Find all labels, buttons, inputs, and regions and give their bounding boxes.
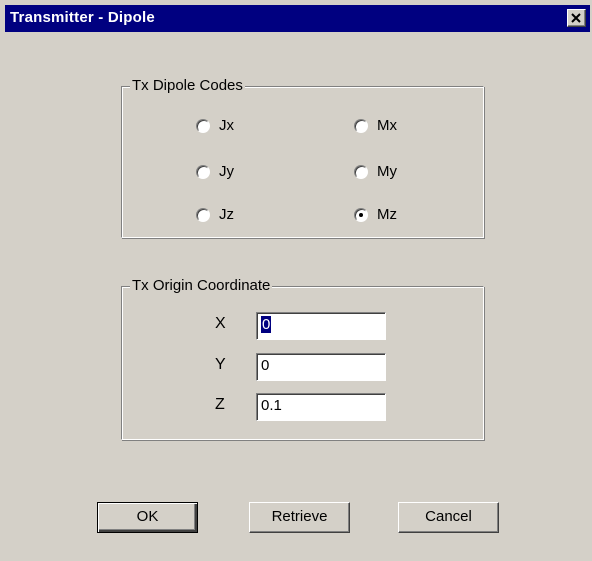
title-bar: Transmitter - Dipole xyxy=(5,5,590,32)
cancel-button[interactable]: Cancel xyxy=(398,502,499,533)
z-label: Z xyxy=(215,396,225,413)
ok-button[interactable]: OK xyxy=(97,502,198,533)
radio-my-circle[interactable] xyxy=(354,164,368,179)
radio-jx-circle[interactable] xyxy=(196,118,210,133)
y-field-value: 0 xyxy=(261,357,270,374)
radio-mx-circle[interactable] xyxy=(354,118,368,133)
radio-jz-circle[interactable] xyxy=(196,207,210,222)
dipole-codes-group: Tx Dipole Codes Jx Mx Jy My Jz Mz xyxy=(121,77,484,238)
radio-jx[interactable]: Jx xyxy=(196,117,234,134)
radio-jz[interactable]: Jz xyxy=(196,206,234,223)
close-button[interactable] xyxy=(567,9,586,27)
radio-mz-circle[interactable] xyxy=(354,207,368,222)
radio-my-label: My xyxy=(377,163,397,180)
x-label: X xyxy=(215,315,226,332)
x-field-value: 0 xyxy=(261,316,272,333)
x-field[interactable]: 0 xyxy=(256,312,386,340)
y-label: Y xyxy=(215,356,226,373)
radio-mx-label: Mx xyxy=(377,117,397,134)
radio-mz[interactable]: Mz xyxy=(354,206,397,223)
radio-my[interactable]: My xyxy=(354,163,397,180)
z-field[interactable]: 0.1 xyxy=(256,393,386,421)
origin-coordinate-group: Tx Origin Coordinate X 0 Y 0 Z 0.1 xyxy=(121,277,484,440)
retrieve-button[interactable]: Retrieve xyxy=(249,502,350,533)
radio-jy-label: Jy xyxy=(219,163,234,180)
dipole-codes-label: Tx Dipole Codes xyxy=(130,77,245,94)
radio-mz-label: Mz xyxy=(377,206,397,223)
radio-jy[interactable]: Jy xyxy=(196,163,234,180)
z-field-value: 0.1 xyxy=(261,397,282,414)
y-field[interactable]: 0 xyxy=(256,353,386,381)
window-title: Transmitter - Dipole xyxy=(10,9,155,26)
dialog-window: Transmitter - Dipole Tx Dipole Codes Jx … xyxy=(0,0,592,561)
radio-mx[interactable]: Mx xyxy=(354,117,397,134)
close-icon xyxy=(571,13,581,23)
origin-coordinate-label: Tx Origin Coordinate xyxy=(130,277,273,294)
radio-jx-label: Jx xyxy=(219,117,234,134)
radio-jy-circle[interactable] xyxy=(196,164,210,179)
radio-jz-label: Jz xyxy=(219,206,234,223)
